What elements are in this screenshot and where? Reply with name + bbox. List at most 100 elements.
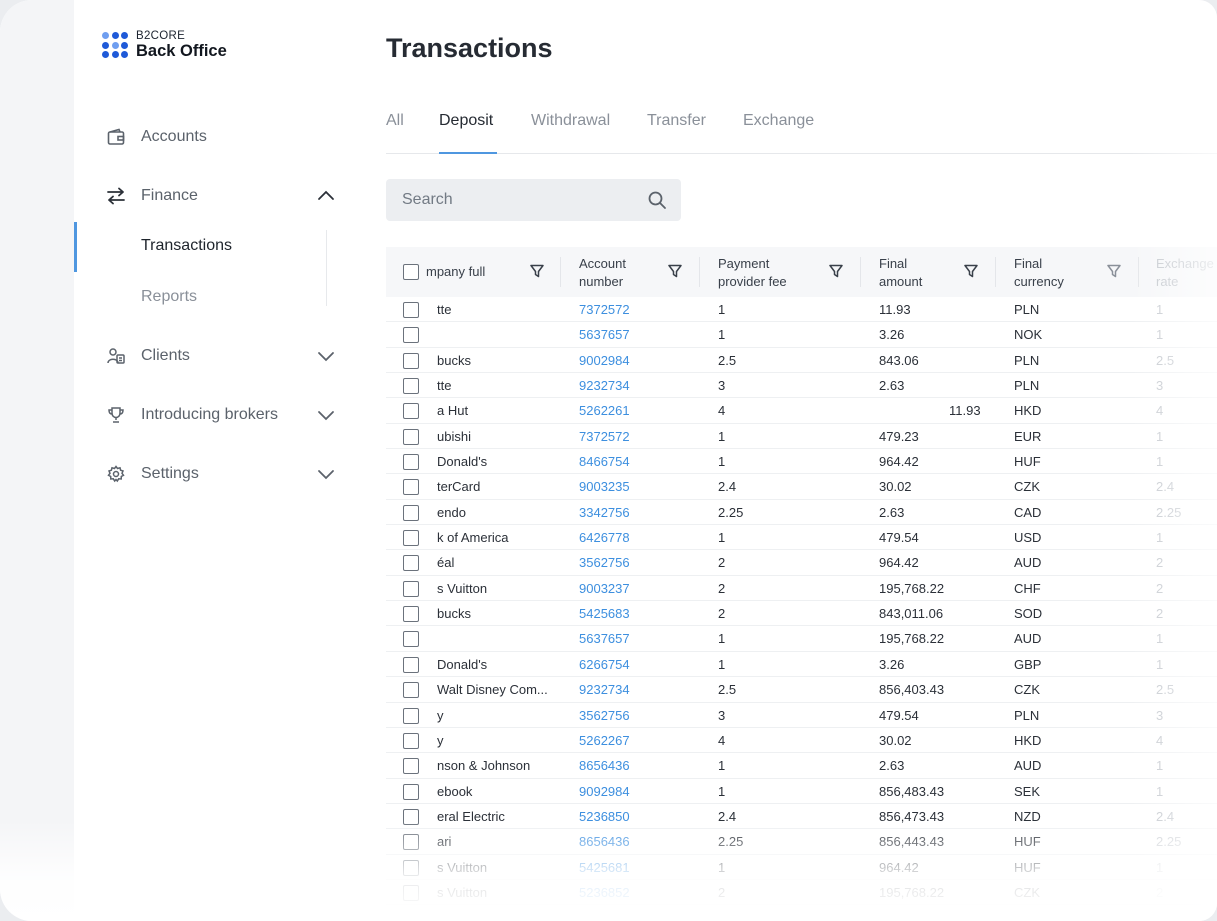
filter-icon[interactable] [668, 264, 682, 278]
cell-account-number[interactable]: 5262267 [579, 733, 630, 748]
chevron-down-icon[interactable] [316, 464, 336, 484]
row-checkbox[interactable] [403, 555, 419, 572]
table-row[interactable]: bucks 5425683 2 843,011.06 SOD 2 [386, 601, 1217, 627]
row-checkbox[interactable] [403, 352, 419, 369]
cell-account-number[interactable]: 5262261 [579, 403, 630, 418]
column-header-payment-provider-fee[interactable]: Payment provider fee [718, 255, 787, 291]
search-icon[interactable] [647, 190, 667, 210]
table-row[interactable]: tte 7372572 1 11.93 PLN 1 [386, 297, 1217, 323]
cell-account-number[interactable]: 5637657 [579, 631, 630, 646]
column-header-company[interactable]: mpany full [426, 263, 485, 281]
cell-account-number[interactable]: 6426778 [579, 530, 630, 545]
sidebar-item-accounts[interactable]: Accounts [106, 123, 207, 151]
cell-account-number[interactable]: 5236850 [579, 809, 630, 824]
row-checkbox[interactable] [403, 378, 419, 395]
sidebar-subitem-transactions[interactable]: Transactions [141, 237, 232, 255]
column-header-final-amount[interactable]: Final amount [879, 255, 922, 291]
row-checkbox[interactable] [403, 884, 419, 901]
cell-account-number[interactable]: 7372572 [579, 302, 630, 317]
column-header-exchange-rate[interactable]: Exchange rate [1156, 255, 1214, 291]
sidebar-item-introducing-brokers[interactable]: Introducing brokers [106, 401, 334, 429]
row-checkbox[interactable] [403, 327, 419, 344]
cell-account-number[interactable]: 9003235 [579, 479, 630, 494]
row-checkbox[interactable] [403, 530, 419, 547]
row-checkbox[interactable] [403, 606, 419, 623]
row-checkbox[interactable] [403, 428, 419, 445]
filter-icon[interactable] [1107, 264, 1121, 278]
table-row[interactable]: nson & Johnson 8656436 1 2.63 AUD 1 [386, 753, 1217, 779]
table-row[interactable]: s Vuitton 5425681 1 964.42 HUF 1 [386, 855, 1217, 880]
row-checkbox[interactable] [403, 403, 419, 420]
sidebar-item-settings[interactable]: Settings [106, 460, 334, 488]
search-input[interactable] [386, 179, 641, 221]
cell-account-number[interactable]: 5425681 [579, 860, 630, 875]
filter-icon[interactable] [829, 264, 843, 278]
column-header-account-number[interactable]: Account number [579, 255, 626, 291]
chevron-up-icon[interactable] [316, 186, 336, 206]
cell-account-number[interactable]: 5425683 [579, 606, 630, 621]
row-checkbox[interactable] [403, 454, 419, 471]
sidebar-item-finance[interactable]: Finance [106, 182, 334, 210]
tab-exchange[interactable]: Exchange [743, 112, 814, 154]
cell-account-number[interactable]: 9003237 [579, 581, 630, 596]
column-header-final-currency[interactable]: Final currency [1014, 255, 1064, 291]
cell-account-number[interactable]: 9092984 [579, 784, 630, 799]
table-row[interactable]: 5637657 1 3.26 NOK 1 [386, 322, 1217, 348]
row-checkbox[interactable] [403, 859, 419, 876]
row-checkbox[interactable] [403, 580, 419, 597]
sidebar-item-clients[interactable]: Clients [106, 342, 334, 370]
row-checkbox[interactable] [403, 302, 419, 318]
filter-icon[interactable] [964, 264, 978, 278]
row-checkbox[interactable] [403, 783, 419, 800]
row-checkbox[interactable] [403, 479, 419, 496]
sidebar-subitem-reports[interactable]: Reports [141, 288, 197, 306]
table-row[interactable]: 5637657 1 195,768.22 AUD 1 [386, 626, 1217, 652]
table-row[interactable]: y 5262267 4 30.02 HKD 4 [386, 728, 1217, 754]
tab-deposit[interactable]: Deposit [439, 112, 497, 154]
table-row[interactable]: k of America 6426778 1 479.54 USD 1 [386, 525, 1217, 551]
cell-account-number[interactable]: 8656436 [579, 834, 630, 849]
brand-logo[interactable]: B2CORE Back Office [102, 30, 227, 60]
table-row[interactable]: Walt Disney Com... 9232734 2.5 856,403.43 CZ… [386, 677, 1217, 703]
tab-transfer[interactable]: Transfer [647, 112, 706, 154]
table-row[interactable]: s Vuitton 5236852 2 195,768.22 CZK 2 [386, 880, 1217, 906]
cell-account-number[interactable]: 3342756 [579, 505, 630, 520]
table-row[interactable]: a Hut 5262261 4 11.93 HKD 4 [386, 398, 1217, 424]
table-row[interactable]: s Vuitton 9003237 2 195,768.22 CHF 2 [386, 576, 1217, 602]
cell-account-number[interactable]: 5637657 [579, 327, 630, 342]
row-checkbox[interactable] [403, 656, 419, 673]
table-row[interactable]: ebook 9092984 1 856,483.43 SEK 1 [386, 779, 1217, 804]
chevron-down-icon[interactable] [316, 405, 336, 425]
chevron-down-icon[interactable] [316, 346, 336, 366]
row-checkbox[interactable] [403, 707, 419, 724]
cell-account-number[interactable]: 8656436 [579, 758, 630, 773]
table-row[interactable]: bucks 9002984 2.5 843.06 PLN 2.5 [386, 348, 1217, 374]
table-row[interactable]: éal 3562756 2 964.42 AUD 2 [386, 550, 1217, 576]
cell-account-number[interactable]: 9232734 [579, 378, 630, 393]
cell-account-number[interactable]: 3562756 [579, 708, 630, 723]
cell-account-number[interactable]: 6266754 [579, 657, 630, 672]
row-checkbox[interactable] [403, 631, 419, 648]
table-row[interactable]: tte 9232734 3 2.63 PLN 3 [386, 373, 1217, 399]
table-row[interactable]: ubishi 7372572 1 479.23 EUR 1 [386, 424, 1217, 450]
select-all-checkbox[interactable] [403, 264, 419, 280]
cell-account-number[interactable]: 9002984 [579, 353, 630, 368]
cell-account-number[interactable]: 9232734 [579, 682, 630, 697]
cell-account-number[interactable]: 5236852 [579, 885, 630, 900]
table-row[interactable]: Donald's 8466754 1 964.42 HUF 1 [386, 449, 1217, 475]
row-checkbox[interactable] [403, 808, 419, 825]
row-checkbox[interactable] [403, 504, 419, 521]
table-row[interactable]: endo 3342756 2.25 2.63 CAD 2.25 [386, 500, 1217, 526]
tab-all[interactable]: All [386, 112, 404, 154]
filter-icon[interactable] [530, 264, 544, 278]
row-checkbox[interactable] [403, 758, 419, 775]
table-row[interactable]: eral Electric 5236850 2.4 856,473.43 NZD 2.4 [386, 804, 1217, 830]
row-checkbox[interactable] [403, 834, 419, 851]
table-row[interactable]: terCard 9003235 2.4 30.02 CZK 2.4 [386, 474, 1217, 500]
table-row[interactable]: Donald's 6266754 1 3.26 GBP 1 [386, 652, 1217, 678]
table-row[interactable]: y 3562756 3 479.54 PLN 3 [386, 703, 1217, 728]
row-checkbox[interactable] [403, 682, 419, 699]
tab-withdrawal[interactable]: Withdrawal [531, 112, 610, 154]
row-checkbox[interactable] [403, 732, 419, 749]
table-row[interactable]: ari 8656436 2.25 856,443.43 HUF 2.25 [386, 829, 1217, 855]
